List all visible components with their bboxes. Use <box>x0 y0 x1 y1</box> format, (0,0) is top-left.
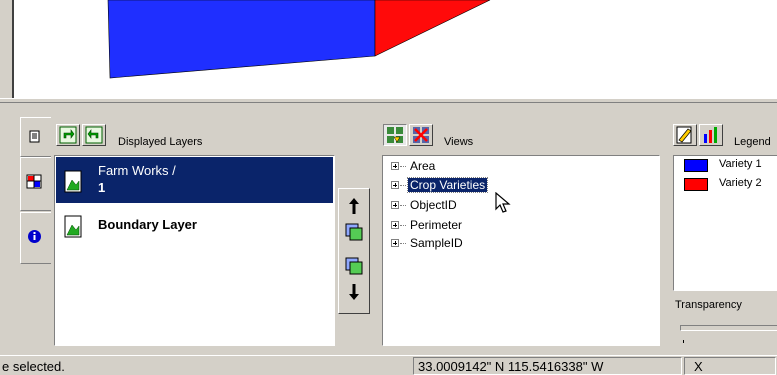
layer-add-button[interactable] <box>56 124 80 146</box>
expand-icon[interactable] <box>391 181 399 189</box>
layer-name: Farm Works / <box>98 163 176 178</box>
view-remove-layer-button[interactable] <box>342 253 366 277</box>
move-up-icon <box>349 198 359 214</box>
expand-icon[interactable] <box>391 201 399 209</box>
status-x-pane: X <box>684 357 776 375</box>
layer-name: Boundary Layer <box>98 217 197 232</box>
map-polygons[interactable] <box>0 0 777 98</box>
tree-item-label: Crop Varieties <box>406 177 489 193</box>
expand-icon[interactable] <box>391 162 399 170</box>
reorder-toolbar <box>338 188 370 314</box>
tree-item-perimeter[interactable]: Perimeter <box>391 217 464 233</box>
tab-strip <box>0 105 51 345</box>
info-tab-icon <box>28 230 41 243</box>
displayed-layers-title: Displayed Layers <box>118 136 203 148</box>
legend-swatch-variety-2 <box>684 178 708 191</box>
status-message: e selected. <box>2 359 65 374</box>
layer-item-farm-works[interactable]: Farm Works / 1 <box>56 157 333 203</box>
status-bar: e selected. 33.0009142" N 115.5416338" W… <box>0 355 777 375</box>
layer-add-icon <box>345 223 363 241</box>
crop-area-blue <box>107 0 376 79</box>
tab-layers[interactable] <box>20 117 51 157</box>
tab-map[interactable] <box>20 157 51 211</box>
status-coordinates-pane: 33.0009142" N 115.5416338" W <box>413 357 682 375</box>
tree-item-label: SampleID <box>410 236 463 250</box>
transparency-slider[interactable] <box>680 325 777 331</box>
views-title: Views <box>444 136 474 148</box>
view-remove-button[interactable] <box>409 124 433 146</box>
map-splitter[interactable] <box>0 98 777 103</box>
layers-list[interactable]: Farm Works / 1 Boundary Layer <box>54 155 335 346</box>
legend-label: Variety 2 <box>719 177 762 189</box>
map-tab-icon <box>26 174 42 189</box>
layer-add-icon <box>59 126 77 144</box>
crop-area-red <box>374 0 491 57</box>
map-view[interactable] <box>0 0 777 98</box>
view-add-button[interactable] <box>383 124 407 146</box>
views-tree[interactable]: Area Crop Varieties ObjectID Perimeter S… <box>382 155 660 346</box>
layers-tab-icon <box>29 130 40 143</box>
move-up-button[interactable] <box>342 195 366 217</box>
legend-chart-icon <box>704 127 717 143</box>
expand-icon[interactable] <box>391 239 399 247</box>
layer-sub: 1 <box>98 180 106 195</box>
layer-remove-button[interactable] <box>82 124 106 146</box>
layer-item-boundary[interactable]: Boundary Layer <box>56 206 333 252</box>
legend-edit-icon <box>676 126 692 144</box>
move-down-button[interactable] <box>342 281 366 303</box>
expand-icon[interactable] <box>391 221 399 229</box>
tree-item-objectid[interactable]: ObjectID <box>391 197 459 213</box>
tree-item-area[interactable]: Area <box>391 158 437 174</box>
layer-remove-icon <box>345 257 363 275</box>
tree-item-label: ObjectID <box>410 198 457 212</box>
layer-remove-icon <box>85 126 103 144</box>
transparency-label: Transparency <box>675 299 742 311</box>
move-down-icon <box>349 284 359 300</box>
legend-list: Variety 1 Variety 2 <box>673 155 777 291</box>
view-remove-icon <box>413 127 429 143</box>
layer-icon <box>64 215 82 238</box>
tree-item-label: Area <box>410 159 436 173</box>
legend-label: Variety 1 <box>719 158 762 170</box>
layer-icon <box>64 170 82 193</box>
tree-item-sampleid[interactable]: SampleID <box>391 235 465 251</box>
legend-edit-button[interactable] <box>673 124 697 146</box>
slider-tick <box>683 340 684 343</box>
view-add-layer-button[interactable] <box>342 219 366 243</box>
tree-item-label: Perimeter <box>410 218 463 232</box>
pointer-cursor-icon <box>495 192 511 213</box>
legend-chart-button[interactable] <box>699 124 723 146</box>
legend-title: Legend <box>734 136 771 148</box>
tree-item-crop-varieties[interactable]: Crop Varieties <box>391 177 489 193</box>
tab-info[interactable] <box>20 212 51 264</box>
legend-swatch-variety-1 <box>684 159 708 172</box>
coordinates-readout: 33.0009142" N 115.5416338" W <box>418 359 604 374</box>
view-add-icon <box>387 127 403 143</box>
x-label: X <box>694 359 703 374</box>
